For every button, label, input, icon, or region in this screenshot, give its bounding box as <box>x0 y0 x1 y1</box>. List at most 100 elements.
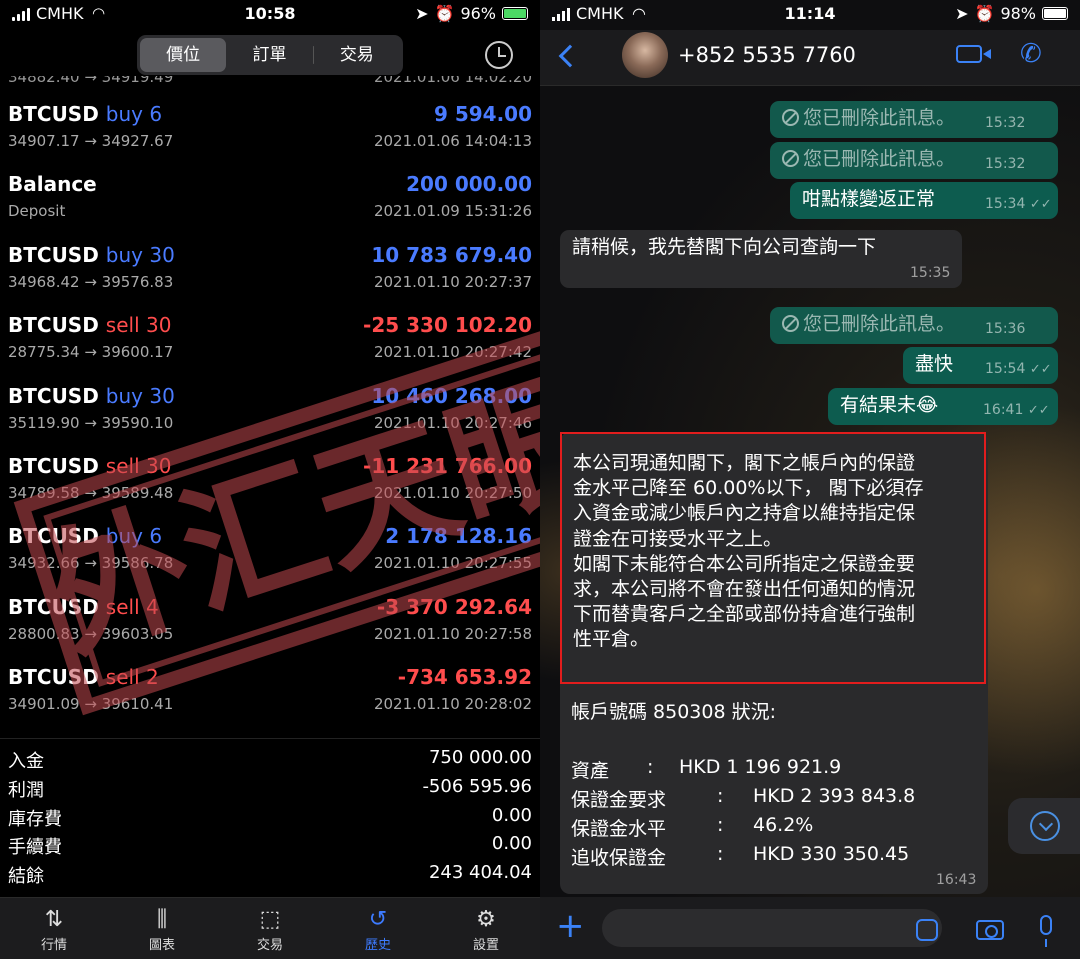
message-time: 16:41 <box>983 402 1024 418</box>
plus-icon[interactable]: + <box>556 907 585 945</box>
chevron-down-icon <box>1030 811 1060 841</box>
summary-label: 手續費 <box>8 837 62 859</box>
trade-prices: 34901.09 → 39610.41 <box>8 695 174 714</box>
summary-label: 入金 <box>8 751 44 772</box>
trade-row[interactable]: BTCUSD buy 6 9 594.00 34907.17 → 34927.67 2… <box>0 90 540 160</box>
battery-label: 96% <box>460 4 496 23</box>
alarm-icon: ⏰ <box>974 4 995 23</box>
trade-amount: -11 231 766.00 <box>363 453 532 478</box>
clock-icon[interactable] <box>485 41 513 69</box>
microphone-icon[interactable] <box>1040 915 1052 947</box>
battery-icon <box>1042 7 1068 20</box>
tab-history[interactable]: ↺ 歷史 <box>324 898 432 959</box>
account-value: HKD 1 196 921.9 <box>679 756 842 778</box>
back-chevron-icon[interactable] <box>558 44 582 68</box>
account-title: 帳戶號碼 850308 狀況: <box>571 701 777 723</box>
tab-gear[interactable]: ⚙ 設置 <box>432 898 540 959</box>
read-ticks-icon: ✓✓ <box>1029 197 1052 212</box>
tab-line-chart[interactable]: ⬚ 交易 <box>216 898 324 959</box>
deleted-message-bubble[interactable]: 您已刪除此訊息。 15:32 <box>770 101 1058 138</box>
read-ticks-icon: ✓✓ <box>1027 403 1050 418</box>
trading-app-panel: CMHK ◠ 10:58 ➤ ⏰ 96% 價位 訂單 交易 34882.40 →… <box>0 0 540 959</box>
contact-name[interactable]: +852 5535 7760 <box>678 43 856 67</box>
deleted-message-bubble[interactable]: 您已刪除此訊息。 15:36 <box>770 307 1058 344</box>
trade-side: sell 30 <box>105 453 172 478</box>
tab-candlestick[interactable]: ⫼ 圖表 <box>108 898 216 959</box>
trade-row[interactable]: Balance 200 000.00 Deposit 2021.01.09 15:3… <box>0 160 540 230</box>
bottom-tab-bar: ⇅ 行情 ⫼ 圖表 ⬚ 交易 ↺ 歷史 ⚙ 設置 <box>0 897 540 959</box>
deleted-message-bubble[interactable]: 您已刪除此訊息。 15:32 <box>770 142 1058 179</box>
history-list: 34882.40 → 34919.49 2021.01.06 14:02:20 … <box>0 76 540 724</box>
outgoing-message-bubble[interactable]: 盡快 15:54 ✓✓ <box>903 347 1058 384</box>
summary-value: 0.00 <box>491 833 532 855</box>
message-input[interactable] <box>602 909 942 947</box>
outgoing-message-bubble[interactable]: 咁點樣變返正常 15:34 ✓✓ <box>790 182 1058 219</box>
summary-value: 750 000.00 <box>428 747 532 768</box>
account-label: 保證金要求 <box>571 789 667 811</box>
tab-label: 設置 <box>472 938 499 953</box>
phone-icon[interactable]: ✆ <box>1020 39 1042 69</box>
message-text: 盡快 <box>915 353 954 375</box>
summary-row: 結餘 243 404.04 <box>0 859 540 888</box>
trade-amount: -734 653.92 <box>397 665 532 690</box>
summary-label: 庫存費 <box>8 808 62 830</box>
message-time: 15:35 <box>910 265 951 281</box>
partial-row-prices: 34882.40 → 34919.49 <box>8 76 174 86</box>
camera-icon[interactable] <box>976 920 1004 940</box>
trade-amount: 10 460 268.00 <box>371 383 532 408</box>
message-time: 16:43 <box>936 872 977 888</box>
arrows-updown-icon: ⇅ <box>44 907 64 932</box>
trade-row[interactable]: BTCUSD buy 30 10 783 679.40 34968.42 → 395… <box>0 231 540 301</box>
trade-prices: 35119.90 → 39590.10 <box>8 413 174 432</box>
scroll-down-button[interactable] <box>1008 798 1080 854</box>
trade-row[interactable]: BTCUSD sell 4 -3 370 292.64 28800.83 → 396… <box>0 583 540 653</box>
message-time: 15:36 <box>985 321 1026 337</box>
message-time: 15:34 <box>985 196 1026 212</box>
summary-label: 結餘 <box>8 866 44 888</box>
tab-arrows-updown[interactable]: ⇅ 行情 <box>0 898 108 959</box>
deleted-icon <box>782 109 799 126</box>
trade-amount: 2 178 128.16 <box>385 524 532 549</box>
partial-row-date: 2021.01.06 14:02:20 <box>373 76 532 86</box>
message-text: 您已刪除此訊息。 <box>803 107 956 129</box>
trade-date: 2021.01.10 20:27:58 <box>373 624 532 643</box>
trade-prices: 28800.83 → 39603.05 <box>8 624 174 643</box>
summary-row: 入金 750 000.00 <box>0 744 540 773</box>
account-label: 追收保證金 <box>571 847 667 869</box>
status-bar: CMHK ◠ 10:58 ➤ ⏰ 96% <box>0 0 540 30</box>
trade-date: 2021.01.06 14:04:13 <box>373 132 532 150</box>
notice-line: 求，本公司將不會在發出任何通知的情況 <box>573 578 916 600</box>
segment-price[interactable]: 價位 <box>140 38 227 72</box>
chat-header: +852 5535 7760 ✆ <box>540 30 1080 86</box>
trade-row[interactable]: BTCUSD buy 6 2 178 128.16 34932.66 → 39586… <box>0 512 540 582</box>
message-time: 15:32 <box>985 156 1026 172</box>
notice-line: 金水平己降至 60.00%以下， 閣下必須存 <box>573 477 924 500</box>
segment-trades[interactable]: 交易 <box>314 38 400 72</box>
video-call-icon[interactable] <box>956 45 991 63</box>
summary-row: 庫存費 0.00 <box>0 802 540 831</box>
account-separator: : <box>717 785 724 807</box>
outgoing-message-bubble[interactable]: 有結果未😂 16:41 ✓✓ <box>828 388 1058 425</box>
message-time: 15:32 <box>985 115 1026 131</box>
trade-date: 2021.01.10 20:27:55 <box>373 554 532 573</box>
summary-value: 243 404.04 <box>428 862 532 884</box>
message-text: 有結果未😂 <box>840 394 939 416</box>
segment-orders[interactable]: 訂單 <box>226 38 312 72</box>
trade-side: buy 30 <box>105 383 175 408</box>
trade-symbol: BTCUSD buy 30 <box>8 383 175 408</box>
read-ticks-icon: ✓✓ <box>1029 362 1052 377</box>
incoming-message-bubble[interactable]: 請稍候，我先替閣下向公司查詢一下 15:35 <box>560 230 962 288</box>
avatar[interactable] <box>622 32 668 78</box>
battery-label: 98% <box>1000 4 1036 23</box>
trade-amount: 9 594.00 <box>433 102 532 126</box>
account-label: 資產 <box>571 760 610 782</box>
message-text: 您已刪除此訊息。 <box>803 313 956 335</box>
trade-row[interactable]: BTCUSD sell 30 -11 231 766.00 34789.58 → 3… <box>0 442 540 512</box>
notice-line: 證金在可接受水平之上。 <box>573 527 783 550</box>
trade-row[interactable]: BTCUSD sell 30 -25 330 102.20 28775.34 → 3… <box>0 301 540 371</box>
trade-row[interactable]: BTCUSD buy 30 10 460 268.00 35119.90 → 395… <box>0 372 540 442</box>
sticker-icon[interactable] <box>916 919 938 941</box>
summary-row: 手續費 0.00 <box>0 830 540 859</box>
deleted-icon <box>782 315 799 332</box>
trade-row[interactable]: BTCUSD sell 2 -734 653.92 34901.09 → 39610… <box>0 653 540 723</box>
